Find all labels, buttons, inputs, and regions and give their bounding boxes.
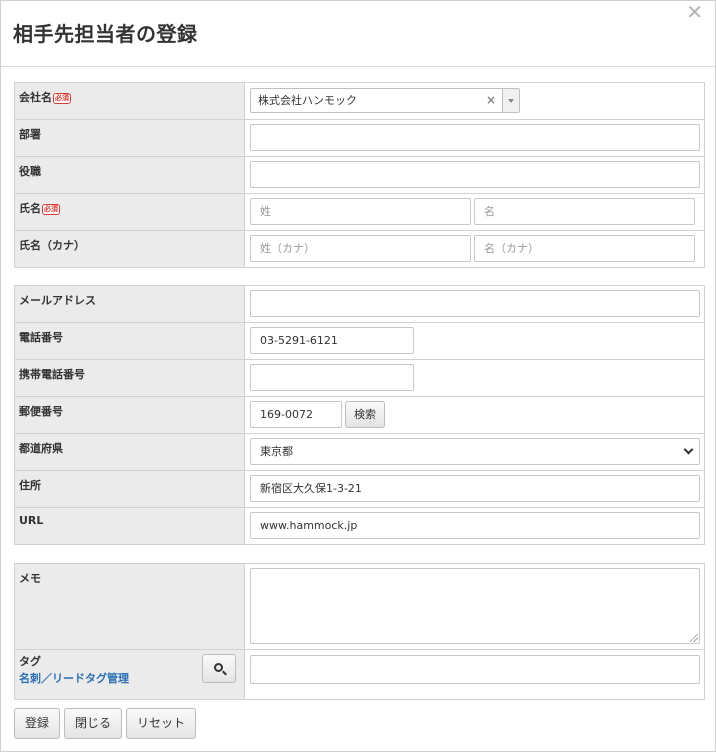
memo-label: メモ [19, 572, 41, 585]
mobile-label-cell: 携帯電話番号 [14, 359, 245, 397]
dialog-header: 相手先担当者の登録 ✕ [1, 1, 715, 67]
memo-textarea[interactable] [250, 568, 700, 644]
last-name-input[interactable]: 姓 [250, 198, 471, 225]
postal-search-button[interactable]: 検索 [345, 401, 385, 428]
required-badge: 必須 [42, 204, 60, 215]
email-label: メールアドレス [19, 294, 96, 307]
prefecture-label: 都道府県 [19, 442, 63, 455]
memo-tag-table: メモ タグ 名刺／リードタグ管理 [14, 563, 705, 700]
first-name-kana-input[interactable]: 名（カナ） [474, 235, 695, 262]
close-button[interactable]: 閉じる [64, 708, 123, 739]
tag-label: タグ [19, 655, 41, 668]
tag-input[interactable] [250, 655, 700, 684]
email-label-cell: メールアドレス [14, 285, 245, 323]
prefecture-select[interactable]: 東京都 [250, 438, 700, 465]
position-label-cell: 役職 [14, 156, 245, 194]
company-label: 会社名 [19, 91, 52, 104]
email-input[interactable] [250, 290, 700, 317]
url-label: URL [19, 514, 44, 527]
name-label: 氏名 [19, 202, 41, 215]
close-icon[interactable]: ✕ [686, 2, 703, 22]
basic-info-table: 会社名 必須 株式会社ハンモック × 部署 役職 氏名 必須 姓名 氏名（カナ）… [14, 82, 705, 268]
position-label: 役職 [19, 165, 41, 178]
dialog-title: 相手先担当者の登録 [13, 22, 198, 46]
last-name-kana-input[interactable]: 姓（カナ） [250, 235, 471, 262]
postal-label-cell: 郵便番号 [14, 396, 245, 434]
first-name-input[interactable]: 名 [474, 198, 695, 225]
company-select-value: 株式会社ハンモック [258, 94, 357, 107]
department-label: 部署 [19, 128, 41, 141]
tag-label-cell: タグ 名刺／リードタグ管理 [14, 649, 245, 700]
required-badge: 必須 [53, 93, 71, 104]
department-input[interactable] [250, 124, 700, 151]
mobile-label: 携帯電話番号 [19, 368, 85, 381]
name-kana-label-cell: 氏名（カナ） [14, 230, 245, 268]
address-input[interactable]: 新宿区大久保1-3-21 [250, 475, 700, 502]
postal-label: 郵便番号 [19, 405, 63, 418]
clear-icon[interactable]: × [486, 93, 496, 107]
phone-input[interactable]: 03-5291-6121 [250, 327, 414, 354]
memo-label-cell: メモ [14, 563, 245, 650]
department-label-cell: 部署 [14, 119, 245, 157]
chevron-down-icon [683, 444, 694, 455]
url-input[interactable]: www.hammock.jp [250, 512, 700, 539]
dropdown-arrow-icon[interactable] [502, 89, 519, 112]
company-label-cell: 会社名 必須 [14, 82, 245, 120]
tag-search-button[interactable] [202, 654, 236, 683]
footer-buttons: 登録 閉じる リセット [14, 708, 200, 739]
company-select[interactable]: 株式会社ハンモック × [250, 88, 520, 113]
resize-handle-icon[interactable] [690, 634, 698, 642]
name-label-cell: 氏名 必須 [14, 193, 245, 231]
phone-label-cell: 電話番号 [14, 322, 245, 360]
url-label-cell: URL [14, 507, 245, 545]
name-kana-label: 氏名（カナ） [19, 239, 85, 252]
register-button[interactable]: 登録 [14, 708, 61, 739]
contact-info-table: メールアドレス 電話番号 03-5291-6121 携帯電話番号 郵便番号 16… [14, 285, 705, 545]
postal-code-input[interactable]: 169-0072 [250, 401, 342, 428]
position-input[interactable] [250, 161, 700, 188]
prefecture-label-cell: 都道府県 [14, 433, 245, 471]
contact-registration-dialog: 相手先担当者の登録 ✕ 会社名 必須 株式会社ハンモック × 部署 役職 氏名 … [0, 0, 716, 752]
address-label: 住所 [19, 479, 41, 492]
phone-label: 電話番号 [19, 331, 63, 344]
prefecture-select-value: 東京都 [260, 445, 293, 458]
address-label-cell: 住所 [14, 470, 245, 508]
mobile-input[interactable] [250, 364, 414, 391]
reset-button[interactable]: リセット [126, 708, 197, 739]
